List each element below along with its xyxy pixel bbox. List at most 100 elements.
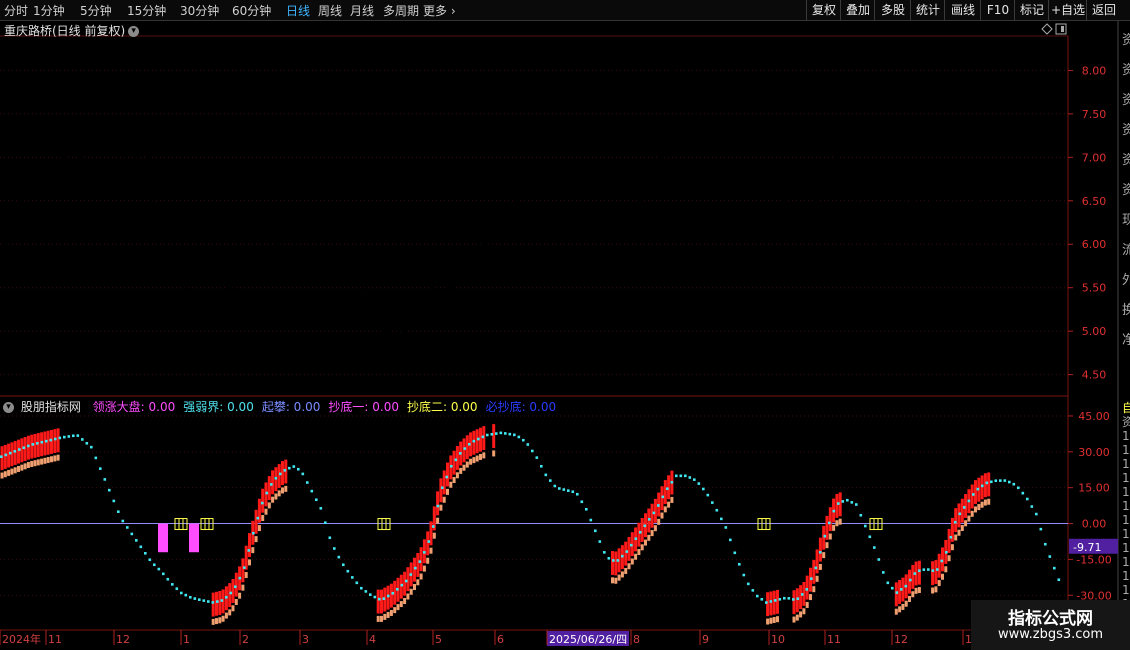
strength-dot — [769, 600, 773, 603]
strength-dot — [463, 447, 467, 450]
candle-body — [720, 163, 722, 170]
strength-dot — [760, 598, 764, 601]
candle-body — [355, 271, 358, 280]
candle-body — [550, 227, 553, 238]
rise-shadow-bar — [947, 555, 951, 562]
candle-body — [361, 277, 364, 282]
rise-shadow-bar — [957, 529, 961, 536]
strength-dot — [211, 601, 215, 604]
panel-toggle-icon[interactable] — [1055, 23, 1067, 35]
rise-shadow-bar — [455, 472, 459, 479]
candle-body — [937, 210, 940, 222]
strength-dot — [288, 466, 291, 470]
candle-body — [86, 161, 89, 171]
rise-shadow-bar — [0, 472, 4, 479]
rise-bar — [917, 560, 921, 585]
rise-shadow-bar — [257, 525, 261, 532]
time-axis: 2024年 11 12 1 2 3 4 5 6 2025/06/26/四 8 9 10 11 12 1 — [0, 630, 972, 646]
rise-shadow-bar — [911, 591, 915, 598]
strength-dot — [913, 572, 917, 575]
candle-body — [80, 138, 82, 159]
candle-body — [121, 181, 124, 186]
candle-body — [912, 193, 914, 206]
rise-shadow-bar — [426, 557, 430, 564]
strength-dot — [175, 587, 179, 590]
candle-body — [595, 226, 598, 234]
candle-body — [400, 328, 402, 331]
candle-body — [832, 166, 834, 176]
diamond-icon[interactable] — [1041, 23, 1053, 35]
candle-body — [521, 194, 524, 197]
rise-shadow-bar — [231, 605, 235, 612]
rise-shadow-bar — [954, 534, 958, 541]
strength-dot — [13, 450, 17, 453]
rise-shadow-bar — [13, 467, 17, 474]
rise-shadow-bar — [964, 520, 968, 527]
rise-shadow-bar — [26, 462, 30, 469]
rise-bar — [960, 498, 964, 523]
candle-body — [262, 213, 265, 219]
candle-body — [256, 226, 258, 241]
candle-body — [0, 262, 2, 276]
candle-body — [608, 228, 610, 234]
candle-body — [688, 90, 690, 92]
candle-body — [470, 265, 473, 268]
strength-dot — [144, 551, 147, 555]
stock-title: 重庆路桥(日线 前复权) — [4, 24, 126, 38]
rise-shadow-bar — [251, 547, 255, 554]
rise-shadow-bar — [413, 584, 416, 591]
time-label: 12 — [894, 633, 908, 646]
strength-dot — [333, 547, 336, 550]
rise-bar — [53, 429, 57, 454]
rise-bar — [627, 536, 631, 561]
candle-body — [620, 209, 623, 220]
strength-dot — [27, 444, 30, 448]
candlestick-series — [0, 59, 1058, 338]
candle-body — [358, 273, 361, 278]
candle-body — [476, 252, 479, 254]
candle-body — [624, 214, 626, 226]
rise-bar — [964, 493, 968, 518]
candle-body — [41, 168, 44, 176]
rise-bar — [231, 579, 235, 603]
strength-dot — [918, 569, 921, 573]
candle-body — [38, 170, 41, 174]
rise-shadow-bar — [452, 477, 456, 484]
rise-shadow-bar — [218, 617, 222, 624]
candle-body — [102, 185, 105, 192]
chevron-down-icon[interactable]: ▾ — [128, 26, 140, 37]
candle-body — [57, 161, 60, 164]
side-indicator-text: 1 — [1122, 513, 1130, 527]
rise-shadow-bar — [904, 600, 908, 607]
candle-body — [428, 297, 431, 300]
chevron-down-icon[interactable]: ▾ — [3, 402, 14, 413]
strength-dot — [315, 498, 318, 502]
candle-body — [467, 266, 470, 276]
strength-dot — [328, 536, 332, 540]
rise-bar — [653, 498, 657, 523]
side-indicator-text: 1 — [1122, 471, 1130, 485]
strength-dot — [198, 598, 201, 601]
strength-dot — [396, 587, 399, 591]
strength-dot — [702, 487, 705, 491]
strength-dot — [747, 582, 750, 586]
strength-dot — [958, 512, 962, 516]
rise-shadow-bar — [406, 593, 410, 600]
strength-dot — [954, 520, 957, 524]
candle-body — [22, 193, 25, 201]
indicator-series: -9.71 — [0, 424, 1118, 625]
rise-bar — [264, 482, 268, 507]
candle-body — [54, 162, 57, 172]
candle-body — [841, 145, 844, 162]
strength-dot — [801, 593, 804, 596]
lead-bar — [158, 523, 168, 553]
candle-body — [844, 164, 847, 177]
candle-body — [531, 215, 534, 223]
strength-dot — [1030, 505, 1034, 508]
rise-bar — [624, 541, 628, 566]
rise-shadow-bar — [254, 536, 258, 543]
rise-shadow-bar — [835, 520, 839, 527]
time-label: 2025/06/26/四 — [549, 633, 627, 646]
candle-body — [153, 216, 156, 225]
side-indicator-text: 1 — [1122, 527, 1130, 541]
